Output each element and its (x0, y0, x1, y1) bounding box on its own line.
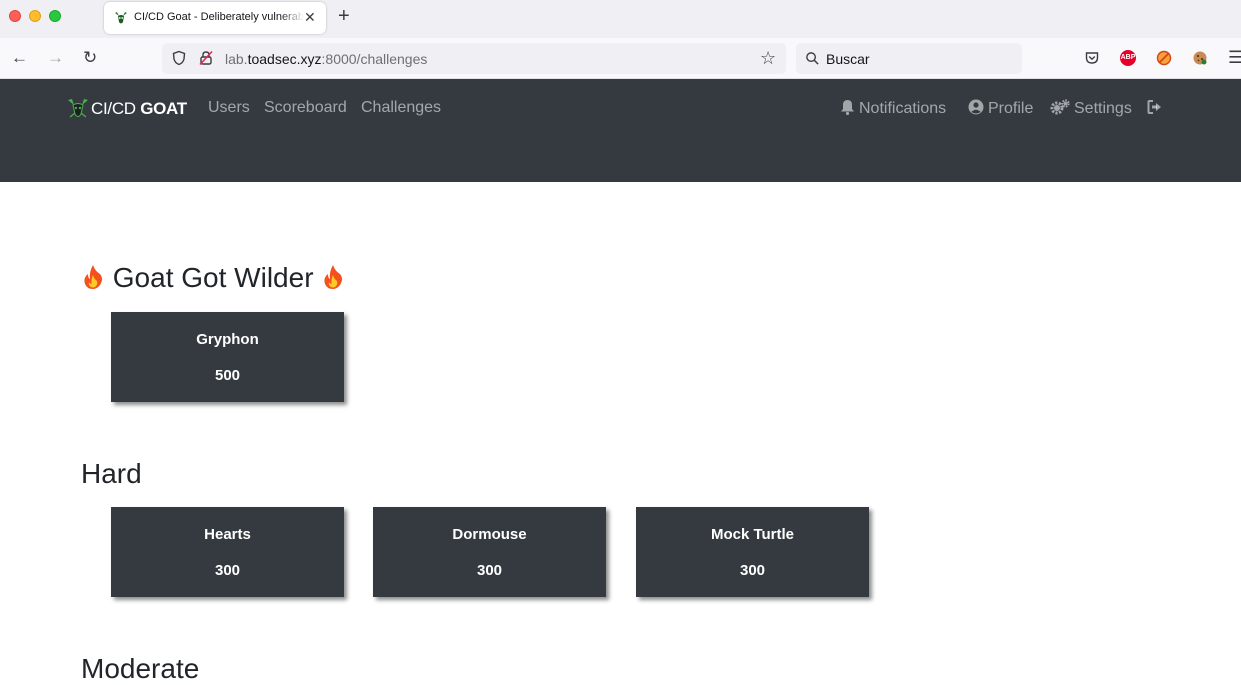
blocker-icon[interactable] (1156, 50, 1172, 66)
challenge-card-hearts[interactable]: Hearts 300 (111, 507, 344, 597)
challenge-points: 300 (476, 562, 503, 579)
new-tab-icon[interactable]: + (338, 5, 350, 27)
user-circle-icon (968, 99, 984, 115)
challenge-name: Dormouse (452, 526, 527, 543)
brand-name: CI/CD GOAT (91, 99, 187, 118)
nav-profile-label: Profile (988, 100, 1034, 117)
bookmark-star-icon[interactable]: ☆ (760, 48, 776, 68)
nav-settings-link[interactable]: Settings (1050, 99, 1132, 118)
challenge-name: Mock Turtle (710, 526, 795, 543)
cookie-icon[interactable] (1192, 50, 1208, 66)
browser-tab[interactable]: CI/CD Goat - Deliberately vulnerable CI/… (104, 2, 326, 34)
search-input[interactable]: Buscar (826, 51, 870, 67)
maximize-window-button[interactable] (49, 10, 61, 22)
challenge-card-mock-turtle[interactable]: Mock Turtle 300 (636, 507, 869, 597)
section-title-text: Goat Got Wilder (112, 262, 314, 293)
challenge-points: 300 (739, 562, 766, 579)
insecure-lock-icon[interactable] (198, 50, 214, 66)
challenge-points: 500 (214, 367, 241, 384)
goat-favicon-icon (115, 12, 127, 24)
fire-icon (84, 265, 102, 289)
challenge-name: Gryphon (196, 331, 259, 348)
fire-icon (324, 265, 343, 289)
challenge-name: Hearts (204, 526, 251, 543)
gears-icon (1050, 99, 1070, 115)
browser-tab-bar: CI/CD Goat - Deliberately vulnerable CI/… (0, 0, 1241, 38)
tab-title: CI/CD Goat - Deliberately vulnerable CI/… (134, 11, 304, 23)
url-text[interactable]: lab.toadsec.xyz:8000/challenges (225, 51, 427, 67)
sign-out-icon (1147, 100, 1161, 114)
nav-notifications-link[interactable]: Notifications (840, 99, 946, 118)
goat-logo-icon (68, 99, 88, 118)
close-tab-icon[interactable]: ✕ (304, 8, 316, 26)
nav-settings-label: Settings (1074, 100, 1132, 117)
site-navbar: CI/CD GOAT Users Scoreboard Challenges N… (0, 79, 1241, 182)
address-bar[interactable]: lab.toadsec.xyz:8000/challenges ☆ (162, 43, 786, 74)
section-title-moderate: Moderate (81, 653, 200, 684)
logout-link[interactable] (1147, 99, 1163, 118)
hamburger-menu-icon[interactable]: ☰ (1228, 48, 1241, 68)
pocket-icon[interactable] (1084, 50, 1100, 66)
shield-icon[interactable] (171, 50, 187, 66)
back-arrow-icon[interactable]: ← (11, 48, 28, 68)
forward-arrow-icon[interactable]: → (47, 48, 64, 68)
challenge-points: 300 (214, 562, 241, 579)
search-icon (806, 52, 819, 65)
section-title-hard: Hard (81, 458, 142, 489)
minimize-window-button[interactable] (29, 10, 41, 22)
search-bar[interactable]: Buscar (796, 43, 1022, 74)
nav-users-link[interactable]: Users (208, 99, 250, 117)
adblock-plus-icon[interactable]: ABP (1120, 50, 1136, 66)
nav-notifications-label: Notifications (859, 100, 947, 117)
nav-challenges-link[interactable]: Challenges (361, 99, 441, 117)
close-window-button[interactable] (9, 10, 21, 22)
challenge-card-dormouse[interactable]: Dormouse 300 (373, 507, 606, 597)
bell-icon (841, 100, 854, 115)
nav-profile-link[interactable]: Profile (968, 99, 1033, 118)
section-title-goat-got-wilder: Goat Got Wilder (81, 262, 345, 294)
challenge-card-gryphon[interactable]: Gryphon 500 (111, 312, 344, 402)
nav-scoreboard-link[interactable]: Scoreboard (264, 99, 347, 117)
reload-icon[interactable]: ↻ (83, 48, 97, 68)
